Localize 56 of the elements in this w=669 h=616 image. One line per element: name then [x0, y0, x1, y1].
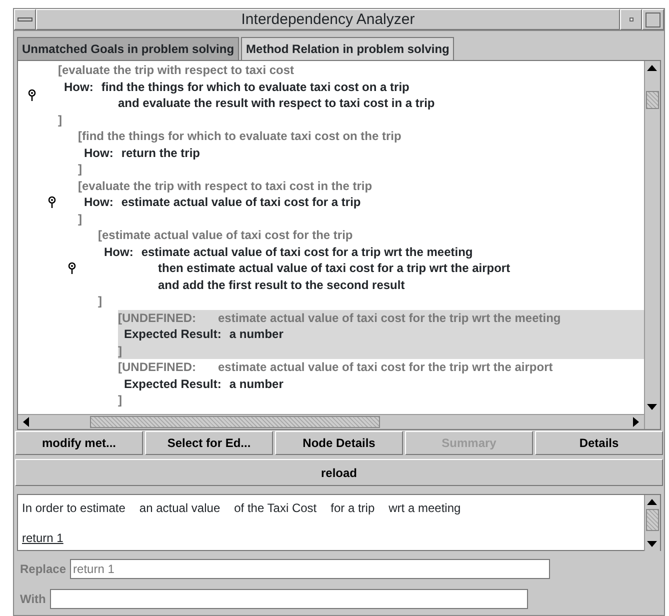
node-text: then estimate actual value of taxi cost for a trip wrt the airport — [158, 260, 510, 276]
sentence-phrase: wrt a meeting — [388, 501, 461, 515]
window-menu-button[interactable] — [14, 9, 36, 30]
node-title: [evaluate the trip with respect to taxi cost — [58, 63, 294, 77]
node-title: [evaluate the trip with respect to taxi cost in the trip — [78, 178, 372, 192]
close-bracket: ] — [118, 393, 122, 407]
close-bracket: ] — [98, 294, 102, 308]
vertical-scrollbar[interactable] — [644, 495, 660, 551]
node-text: estimate actual value of taxi cost for a trip wrt the meeting — [141, 244, 473, 260]
sentence-phrase: an actual value — [139, 501, 220, 515]
scrollbar-thumb[interactable] — [90, 416, 380, 428]
scrollbar-thumb[interactable] — [646, 509, 659, 531]
minimize-button[interactable] — [620, 9, 642, 30]
action-button[interactable]: modify met... — [15, 431, 143, 455]
node-tag: [UNDEFINED: — [118, 310, 196, 324]
vertical-scrollbar[interactable] — [644, 61, 660, 414]
field-label: Expected Result: — [124, 376, 222, 392]
field-label: Replace — [20, 561, 66, 578]
node-title: [find the things for which to evaluate taxi cost on the trip — [78, 129, 402, 143]
node-text: return the trip — [121, 144, 200, 161]
node-text: estimate actual value of taxi cost for a trip — [121, 194, 361, 210]
field-label: How: — [104, 244, 134, 260]
node-tag: [UNDEFINED: — [118, 360, 196, 374]
window-title: Interdependency Analyzer — [36, 9, 620, 30]
sentence-phrase: of the Taxi Cost — [234, 501, 317, 515]
return-link[interactable]: return 1 — [22, 531, 64, 545]
node-text: and evaluate the result with respect to taxi cost in a trip — [118, 95, 435, 112]
field-label: How: — [84, 194, 114, 210]
scrollbar-corner — [644, 414, 660, 429]
field-label: How: — [84, 144, 114, 161]
node-title: estimate actual value of taxi cost for the trip wrt the airport — [218, 360, 553, 374]
node-text: a number — [229, 326, 284, 342]
node-text: a number — [229, 376, 284, 392]
close-bracket: ] — [78, 212, 82, 226]
sentence-phrase: for a trip — [330, 501, 375, 515]
action-button[interactable]: Node Details — [275, 431, 403, 455]
node-title: [estimate actual value of taxi cost for the trip — [98, 228, 353, 242]
tab[interactable]: Method Relation in problem solving — [241, 37, 454, 60]
scrollbar-thumb[interactable] — [646, 91, 659, 109]
close-bracket: ] — [118, 344, 122, 358]
node-title: estimate actual value of taxi cost for the trip wrt the meeting — [218, 310, 561, 324]
reload-button[interactable]: reload — [15, 459, 663, 486]
field-label: How: — [64, 78, 94, 95]
minimize-icon[interactable] — [628, 17, 634, 22]
sentence-phrase: In order to estimate — [22, 501, 126, 515]
tab[interactable]: Unmatched Goals in problem solving — [17, 37, 240, 60]
horizontal-scrollbar[interactable] — [18, 414, 644, 429]
menu-bar-icon[interactable] — [17, 16, 33, 23]
action-button[interactable]: Details — [535, 431, 663, 455]
node-text: and add the first result to the second result — [158, 276, 405, 293]
field-label: Expected Result: — [124, 326, 222, 342]
node-text: find the things for which to evaluate taxi cost on a trip — [101, 78, 410, 95]
close-bracket: ] — [58, 112, 62, 126]
action-button[interactable]: Select for Ed... — [145, 431, 273, 455]
close-bracket: ] — [78, 162, 82, 176]
field-label: With — [20, 591, 46, 608]
